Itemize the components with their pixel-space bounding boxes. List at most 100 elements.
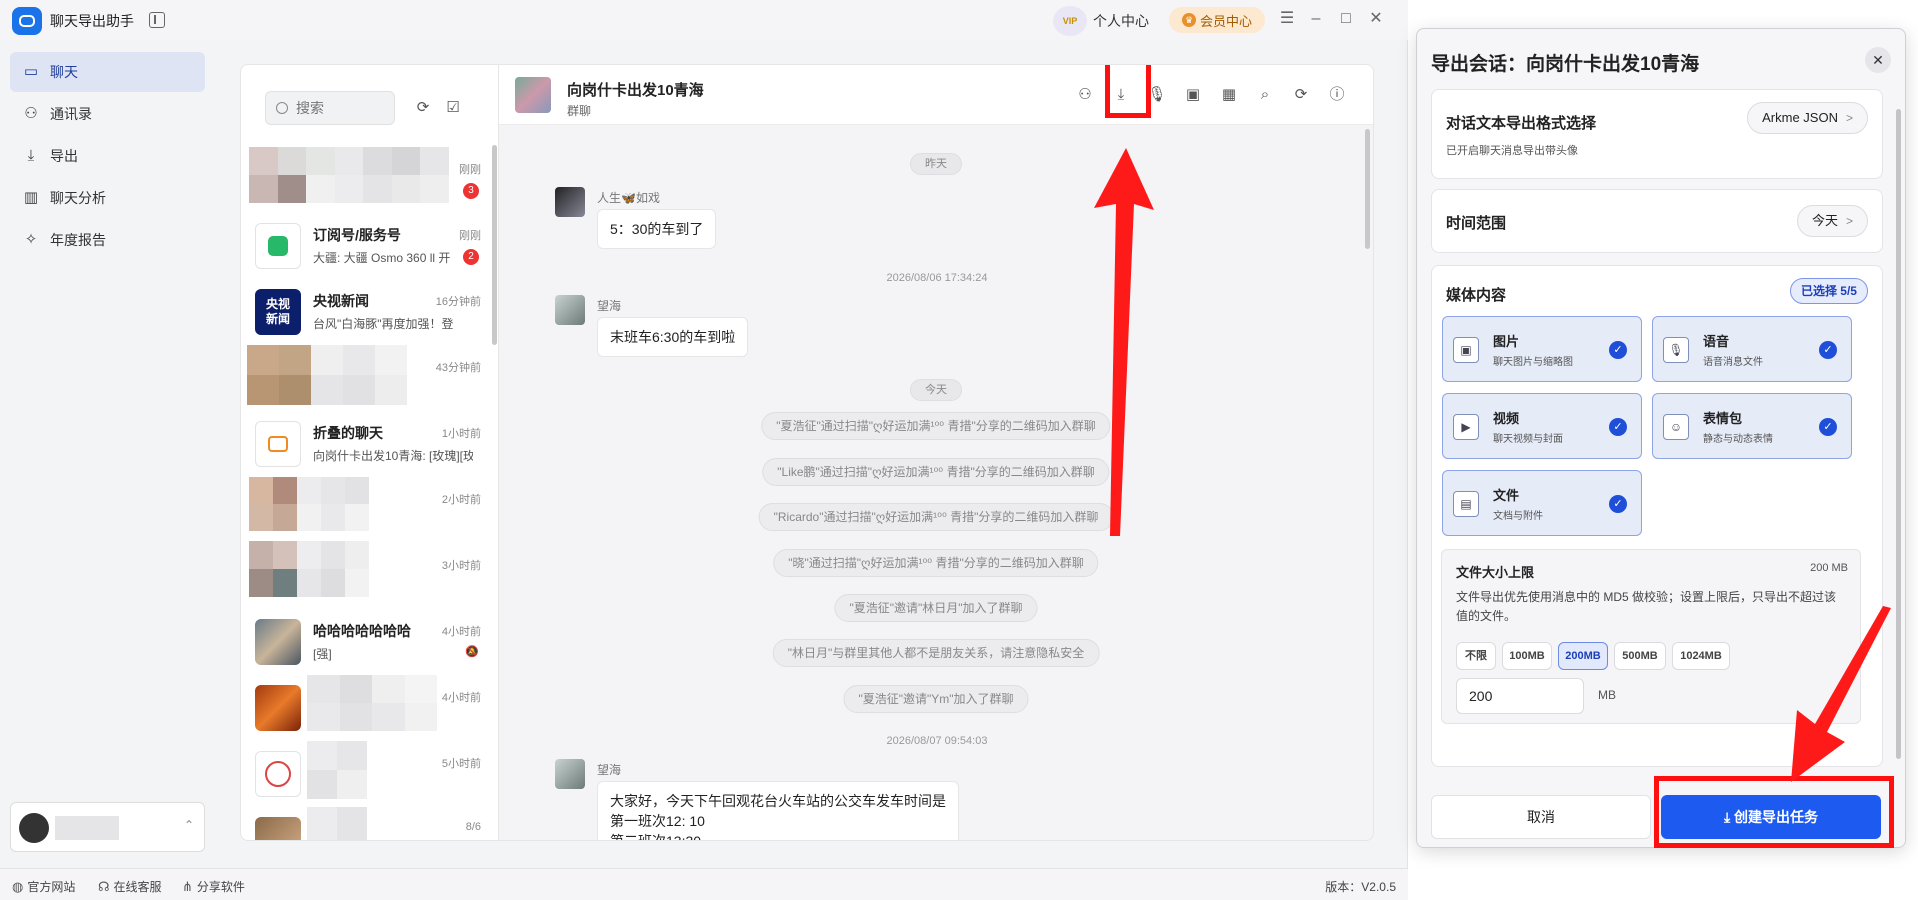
media-option-file[interactable]: ▤ 文件 文档与附件 ✓ — [1442, 470, 1642, 536]
avatar — [555, 295, 585, 325]
session-item[interactable]: 8/6 — [241, 805, 491, 840]
session-item[interactable]: 哈哈哈哈哈哈哈 [强] 4小时前 🔕 — [241, 607, 491, 673]
session-item[interactable]: 3小时前 — [241, 541, 491, 607]
size-option[interactable]: 100MB — [1502, 642, 1552, 670]
headset-icon: ☊ — [98, 878, 110, 894]
media-option-sticker[interactable]: ☺ 表情包 静态与动态表情 ✓ — [1652, 393, 1852, 459]
range-card: 时间范围 今天 > — [1431, 189, 1883, 253]
system-message: "夏浩征"邀请"林日月"加入了群聊 — [834, 594, 1038, 622]
size-option[interactable]: 1024MB — [1672, 642, 1730, 670]
session-time: 2小时前 — [441, 494, 481, 506]
personal-center-link[interactable]: 个人中心 — [1093, 11, 1149, 31]
blurred-preview — [249, 541, 369, 597]
search-input[interactable] — [296, 100, 376, 116]
info-icon[interactable]: ⓘ — [1327, 85, 1347, 105]
close-icon[interactable]: ✕ — [1865, 47, 1891, 73]
avatar — [555, 187, 585, 217]
session-item[interactable]: 2小时前 — [241, 475, 491, 541]
media-option-video[interactable]: ▶ 视频 聊天视频与封面 ✓ — [1442, 393, 1642, 459]
close-window-icon[interactable]: ✕ — [1365, 8, 1387, 30]
dialog-scrollbar[interactable] — [1896, 109, 1901, 759]
support-label: 在线客服 — [113, 880, 162, 894]
blurred-preview — [249, 147, 449, 203]
highlight-box — [1654, 776, 1894, 848]
blurred-preview — [307, 675, 437, 731]
sender-name: 望海 — [597, 299, 622, 313]
media-option-image[interactable]: ▣ 图片 聊天图片与缩略图 ✓ — [1442, 316, 1642, 382]
check-icon: ✓ — [1819, 418, 1837, 436]
nav-item-chat[interactable]: ▭ 聊天 — [10, 52, 205, 92]
session-time: 4小时前 — [441, 692, 481, 704]
session-item[interactable]: 订阅号/服务号 大疆: 大疆 Osmo 360 ll 开 刚刚 2 — [241, 211, 491, 277]
chat-icon: ▭ — [23, 63, 39, 80]
blurred-preview — [247, 345, 407, 405]
session-preview: [强] — [313, 647, 332, 661]
calendar-icon[interactable]: ▦ — [1219, 85, 1239, 105]
search-box[interactable] — [265, 91, 395, 125]
check-icon: ✓ — [1819, 341, 1837, 359]
session-time: 16分钟前 — [435, 296, 481, 308]
session-name: 折叠的聊天 — [313, 425, 383, 441]
session-item[interactable]: 43分钟前 — [241, 343, 491, 409]
refresh-icon[interactable]: ⟳ — [1291, 85, 1311, 105]
nav-label: 聊天 — [50, 64, 78, 80]
image-icon[interactable]: ▣ — [1183, 85, 1203, 105]
session-item[interactable]: 5小时前 — [241, 739, 491, 805]
subscription-icon — [255, 223, 301, 269]
share-icon: ⋔ — [182, 878, 193, 894]
maximize-icon[interactable]: □ — [1335, 8, 1357, 30]
cancel-button[interactable]: 取消 — [1431, 795, 1651, 839]
nav-item-annual-report[interactable]: ✧ 年度报告 — [10, 220, 205, 260]
session-name: 订阅号/服务号 — [313, 227, 401, 243]
select-icon[interactable]: ☑ — [443, 98, 463, 118]
user-card[interactable]: ⌃ — [10, 802, 205, 852]
session-item[interactable]: 折叠的聊天 向岗什卡出发10青海: [玫瑰][玫 1小时前 — [241, 409, 491, 475]
menu-icon[interactable]: ☰ — [1276, 8, 1298, 30]
export-dialog: 导出会话：向岗什卡出发10青海 ✕ 对话文本导出格式选择 已开启聊天消息导出带头… — [1416, 28, 1906, 848]
avatar — [555, 759, 585, 789]
session-time: 刚刚 — [459, 164, 481, 176]
website-link[interactable]: ◍ 官方网站 — [12, 878, 75, 895]
format-value: Arkme JSON — [1762, 110, 1838, 125]
session-scrollbar[interactable] — [492, 145, 497, 345]
group-avatar — [515, 77, 551, 113]
avatar — [255, 751, 301, 797]
avatar — [255, 817, 301, 840]
session-item[interactable]: 刚刚 3 — [241, 145, 491, 211]
vip-avatar[interactable]: VIP — [1053, 6, 1087, 36]
sidebar-collapse-icon[interactable] — [149, 12, 165, 28]
search-icon[interactable]: ⌕ — [1255, 85, 1275, 105]
avatar — [19, 813, 49, 843]
session-item[interactable]: 央视新闻 央视新闻 台风"白海豚"再度加强！登 16分钟前 — [241, 277, 491, 343]
refresh-icon[interactable]: ⟳ — [413, 98, 433, 118]
share-link[interactable]: ⋔ 分享软件 — [182, 878, 245, 895]
member-center-button[interactable]: ♛ 会员中心 — [1169, 7, 1265, 33]
nav-item-contacts[interactable]: ⚇ 通讯录 — [10, 94, 205, 134]
members-icon[interactable]: ⚇ — [1075, 85, 1095, 105]
system-message: "夏浩征"通过扫描"ღ好运加满¹⁰⁰ 青措"分享的二维码加入群聊 — [761, 412, 1111, 440]
sticker-icon: ☺ — [1663, 414, 1689, 440]
media-option-voice[interactable]: 🎙 语音 语音消息文件 ✓ — [1652, 316, 1852, 382]
bottom-bar: ◍ 官方网站 ☊ 在线客服 ⋔ 分享软件 版本：V2.0.5 — [0, 868, 1408, 900]
range-select[interactable]: 今天 > — [1796, 205, 1868, 237]
vip-label: VIP — [1062, 16, 1078, 26]
session-preview: 向岗什卡出发10青海: [玫瑰][玫 — [313, 449, 473, 463]
nav-item-export[interactable]: ⤓ 导出 — [10, 136, 205, 176]
media-title: 表情包 — [1703, 411, 1743, 426]
chevron-right-icon: > — [1845, 111, 1853, 125]
session-item[interactable]: 4小时前 — [241, 673, 491, 739]
size-option[interactable]: 500MB — [1614, 642, 1666, 670]
format-select[interactable]: Arkme JSON > — [1747, 102, 1868, 134]
chevron-right-icon: > — [1845, 214, 1853, 228]
chat-scrollbar[interactable] — [1365, 129, 1370, 249]
size-option-selected[interactable]: 200MB — [1558, 642, 1608, 670]
support-link[interactable]: ☊ 在线客服 — [98, 878, 162, 895]
size-option[interactable]: 不限 — [1456, 642, 1496, 670]
size-input[interactable] — [1456, 678, 1584, 714]
message-line: 第二班次13:30 — [610, 833, 702, 841]
nav-label: 通讯录 — [50, 106, 92, 122]
nav-item-analysis[interactable]: ▥ 聊天分析 — [10, 178, 205, 218]
system-message: "夏浩征"邀请"Ym"加入了群聊 — [843, 685, 1029, 713]
image-icon: ▣ — [1453, 337, 1479, 363]
minimize-icon[interactable]: – — [1305, 8, 1327, 30]
